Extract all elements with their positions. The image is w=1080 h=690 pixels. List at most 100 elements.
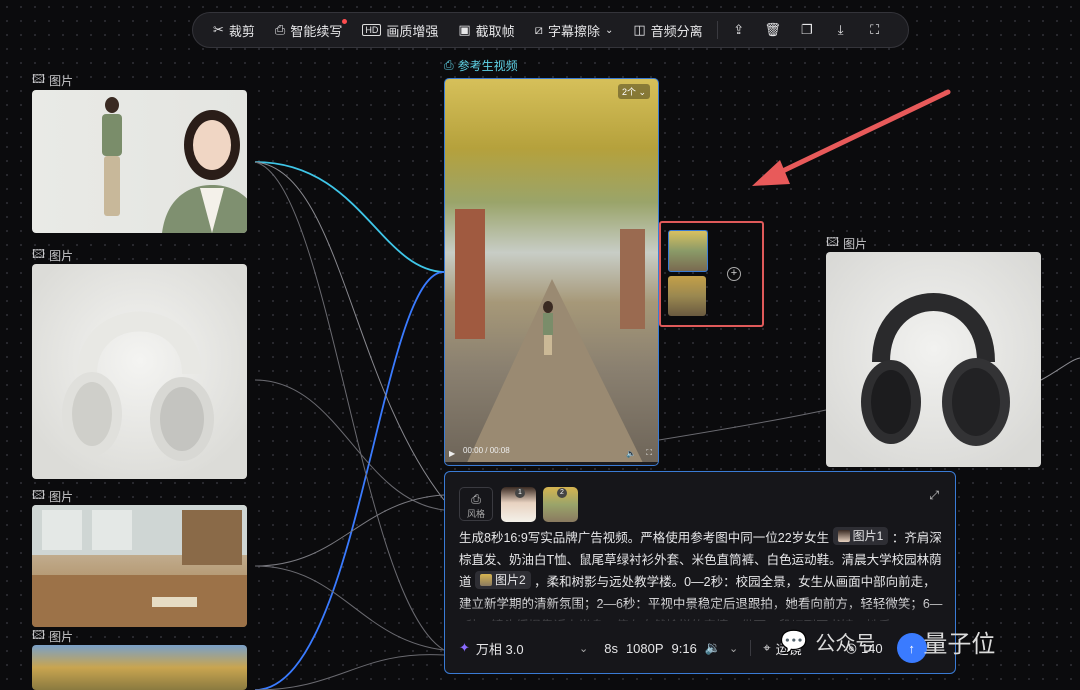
reference-thumb-2[interactable]: 2	[543, 487, 578, 522]
image-node-label-5: 🖾 图片	[826, 233, 867, 254]
reference-thumb-1[interactable]: 1	[501, 487, 536, 522]
fullscreen-icon[interactable]: ⛶	[646, 448, 652, 458]
white-headphones-photo	[62, 311, 214, 461]
upload-button[interactable]: ⇪	[722, 12, 756, 48]
smart-continue-button[interactable]: ⎙ 智能续写	[265, 12, 352, 48]
image-node-label-text: 图片	[49, 490, 74, 504]
trash-icon: 🗑	[764, 22, 781, 37]
subtitle-erase-label: 字幕擦除	[547, 23, 600, 39]
style-label: 风格	[466, 509, 485, 519]
smart-continue-label: 智能续写	[290, 23, 343, 39]
image-icon: 🖾	[32, 72, 46, 86]
camera-move-icon: ⌖	[763, 640, 771, 655]
chip-label: 图片1	[852, 529, 884, 543]
audio-split-button[interactable]: ◫ 音频分离	[623, 12, 712, 48]
duration-value: 8s	[604, 640, 618, 656]
crop-button[interactable]: ✂ 裁剪	[203, 12, 265, 48]
ref-number-2: 2	[557, 488, 567, 498]
library-photo	[32, 505, 247, 627]
edit-toolbar: ✂ 裁剪 ⎙ 智能续写 HD 画质增强 ▣ 截取帧 ⧄ 字幕擦除 ⌄ ◫ 音频分…	[192, 12, 909, 48]
settings-divider	[750, 640, 752, 656]
image-node-label-1: 🖾 图片	[32, 70, 73, 91]
play-icon[interactable]: ▶	[449, 449, 455, 458]
camera-plus-icon: ⎙	[471, 492, 481, 506]
model-name: 万相 3.0	[475, 641, 524, 657]
image-node-library[interactable]	[32, 505, 247, 627]
video-time: 00:00 / 00:08	[463, 446, 510, 455]
new-badge-dot	[342, 19, 348, 24]
image-node-label-text: 图片	[843, 237, 868, 251]
download-icon: ⤓	[837, 22, 844, 37]
volume-icon[interactable]: 🔈	[626, 449, 636, 458]
reference-video-label-text: 参考生视频	[457, 59, 518, 73]
model-selector[interactable]: ✦ 万相 3.0	[459, 639, 569, 658]
subtitle-erase-icon: ⧄	[534, 22, 543, 37]
video-thumbnail-1[interactable]	[668, 230, 708, 272]
video-params[interactable]: 8s 1080P 9:16 🔉 ⌄	[604, 640, 738, 656]
reference-video-node[interactable]: 2个 ⌄ ▶ 00:00 / 00:08 🔈 ⛶	[444, 78, 659, 466]
image-icon: 🖾	[32, 488, 46, 502]
prompt-segment-1: 生成8秒16:9写实品牌广告视频。严格使用参考图中同一位22岁女生	[459, 531, 830, 545]
image-node-woman[interactable]	[32, 90, 247, 233]
chip-label: 图片2	[495, 573, 526, 587]
delete-button[interactable]: 🗑	[756, 12, 790, 48]
scissors-icon: ✂	[213, 22, 224, 37]
fullscreen-button[interactable]: ⛶	[858, 12, 892, 48]
image-node-label-4: 🖾 图片	[32, 626, 73, 647]
copy-icon: ❐	[800, 22, 813, 37]
image-node-white-headphones[interactable]	[32, 264, 247, 479]
quality-enhance-label: 画质增强	[386, 23, 439, 39]
image-node-label-text: 图片	[49, 249, 74, 263]
frame-icon: ▣	[458, 22, 471, 37]
chevron-down-icon: ⌄	[729, 642, 739, 655]
image-ref-chip-1[interactable]: 图片1	[832, 527, 889, 545]
download-button[interactable]: ⤓	[824, 12, 858, 48]
image-ref-chip-2[interactable]: 图片2	[475, 571, 531, 589]
video-thumbnail-2[interactable]	[668, 276, 706, 316]
toolbar-divider	[716, 21, 718, 39]
audio-split-icon: ◫	[633, 22, 646, 37]
image-node-black-headphones[interactable]	[826, 252, 1041, 467]
image-icon: 🖾	[32, 247, 46, 261]
chip-thumb	[837, 530, 850, 542]
black-headphones-photo	[861, 293, 1010, 446]
campus-path-scene	[455, 209, 645, 465]
quality-enhance-button[interactable]: HD 画质增强	[352, 12, 448, 48]
duplicate-button[interactable]: ❐	[790, 12, 824, 48]
video-count-badge[interactable]: 2个 ⌄	[617, 84, 650, 99]
capture-frame-button[interactable]: ▣ 截取帧	[448, 12, 524, 48]
watermark-text-2: 量子位	[923, 631, 996, 658]
camera-plus-icon: ⎙	[274, 22, 286, 37]
resolution-value: 1080P	[625, 640, 664, 656]
sound-icon: 🔉	[704, 640, 722, 655]
subtitle-erase-button[interactable]: ⧄ 字幕擦除 ⌄	[525, 12, 624, 48]
image-icon: 🖾	[826, 235, 840, 249]
expand-icon[interactable]: ⤢	[929, 488, 939, 503]
image-node-campus[interactable]	[32, 645, 247, 690]
audio-split-label: 音频分离	[650, 23, 703, 39]
watermark: 💬 公众号 量子位	[780, 624, 995, 659]
upload-icon: ⇪	[733, 22, 745, 37]
image-icon: 🖾	[32, 628, 46, 642]
video-progress-bar[interactable]	[445, 462, 658, 465]
model-logo-icon: ✦	[459, 640, 470, 655]
video-camera-icon: ⎙	[444, 58, 454, 72]
watermark-text-1: 公众号	[815, 633, 876, 655]
chip-thumb	[480, 574, 492, 586]
chevron-down-icon: ⌄	[604, 24, 614, 36]
video-thumbnails-highlight: +	[659, 221, 764, 327]
ref-number-1: 1	[515, 488, 525, 498]
capture-frame-label: 截取帧	[475, 23, 515, 39]
image-node-label-text: 图片	[49, 74, 74, 88]
style-button[interactable]: ⎙ 风格	[459, 487, 493, 521]
wechat-icon: 💬	[780, 628, 808, 654]
image-node-label-2: 🖾 图片	[32, 245, 73, 266]
fullscreen-icon: ⛶	[870, 22, 880, 37]
add-thumbnail-button[interactable]: +	[727, 267, 741, 281]
chevron-down-icon[interactable]: ⌄	[579, 642, 588, 655]
ratio-value: 9:16	[671, 640, 697, 656]
reference-video-label: ⎙ 参考生视频	[444, 57, 518, 74]
crop-label: 裁剪	[228, 23, 255, 39]
image-node-label-text: 图片	[49, 630, 74, 644]
video-count-text: 2个	[621, 87, 636, 97]
